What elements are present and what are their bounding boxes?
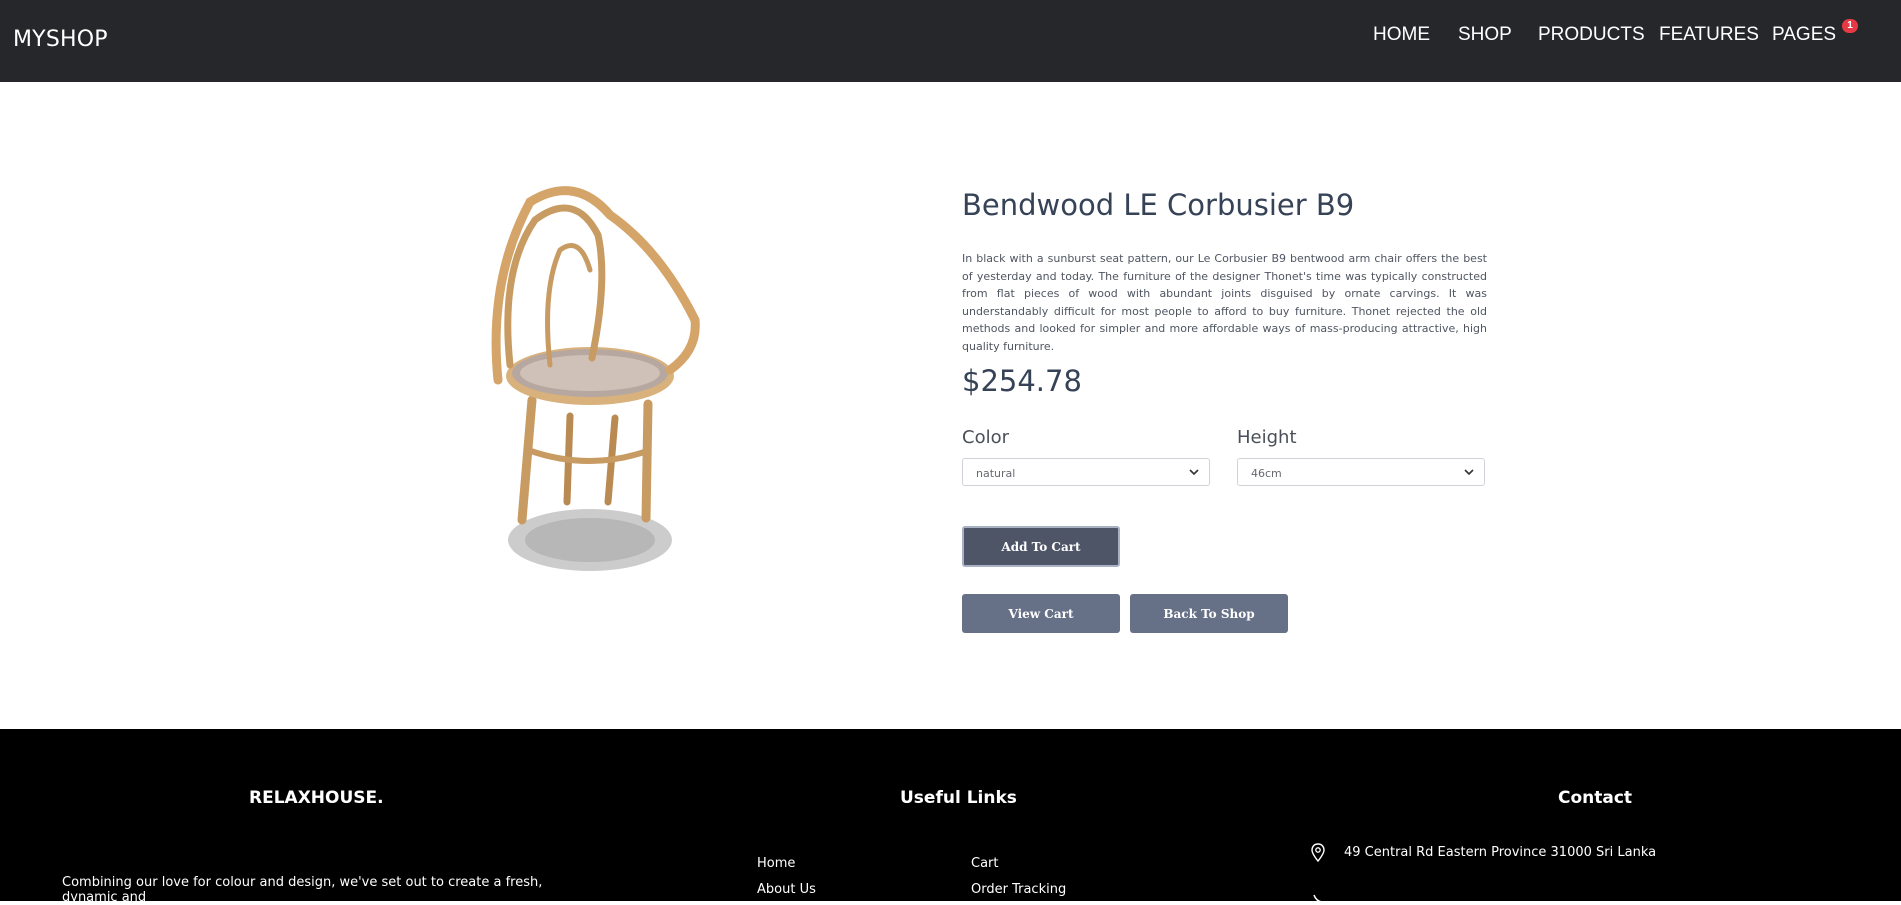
contact-address: 49 Central Rd Eastern Province 31000 Sri… [1344, 845, 1657, 860]
brand-logo[interactable]: MYSHOP [13, 27, 108, 52]
footer-link-about-us[interactable]: About Us [757, 882, 816, 897]
color-select[interactable]: natural [962, 458, 1210, 486]
cart-count-badge: 1 [1842, 19, 1858, 33]
height-select-value: 46cm [1251, 467, 1282, 480]
chevron-down-icon [1464, 469, 1474, 476]
product-image [491, 186, 700, 571]
footer-links-title: Useful Links [900, 788, 1017, 808]
chevron-down-icon [1189, 469, 1199, 476]
product-title: Bendwood LE Corbusier B9 [962, 188, 1355, 222]
top-navbar: MYSHOP HOME SHOP PRODUCTS FEATURES PAGES… [0, 0, 1901, 82]
product-price: $254.78 [962, 364, 1082, 398]
height-select[interactable]: 46cm [1237, 458, 1485, 486]
add-to-cart-button[interactable]: Add To Cart [962, 526, 1120, 567]
color-select-value: natural [976, 467, 1016, 480]
product-section [0, 82, 1901, 729]
color-label: Color [962, 427, 1009, 448]
height-label: Height [1237, 427, 1297, 448]
location-pin-icon [1311, 843, 1325, 863]
phone-icon [1313, 894, 1323, 903]
nav-item-features[interactable]: FEATURES [1659, 24, 1759, 46]
nav-item-products[interactable]: PRODUCTS [1538, 24, 1645, 46]
view-cart-button[interactable]: View Cart [962, 594, 1120, 633]
product-description: In black with a sunburst seat pattern, o… [962, 252, 1487, 353]
nav-item-shop[interactable]: SHOP [1458, 24, 1512, 46]
back-to-shop-button[interactable]: Back To Shop [1130, 594, 1288, 633]
footer-contact-title: Contact [1558, 788, 1633, 808]
footer-link-order-tracking[interactable]: Order Tracking [971, 882, 1066, 897]
footer-brand: RELAXHOUSE. [249, 788, 384, 808]
nav-item-pages[interactable]: PAGES [1772, 24, 1836, 46]
footer-link-home[interactable]: Home [757, 856, 795, 871]
footer-link-cart[interactable]: Cart [971, 856, 999, 871]
nav-item-home[interactable]: HOME [1373, 24, 1430, 46]
